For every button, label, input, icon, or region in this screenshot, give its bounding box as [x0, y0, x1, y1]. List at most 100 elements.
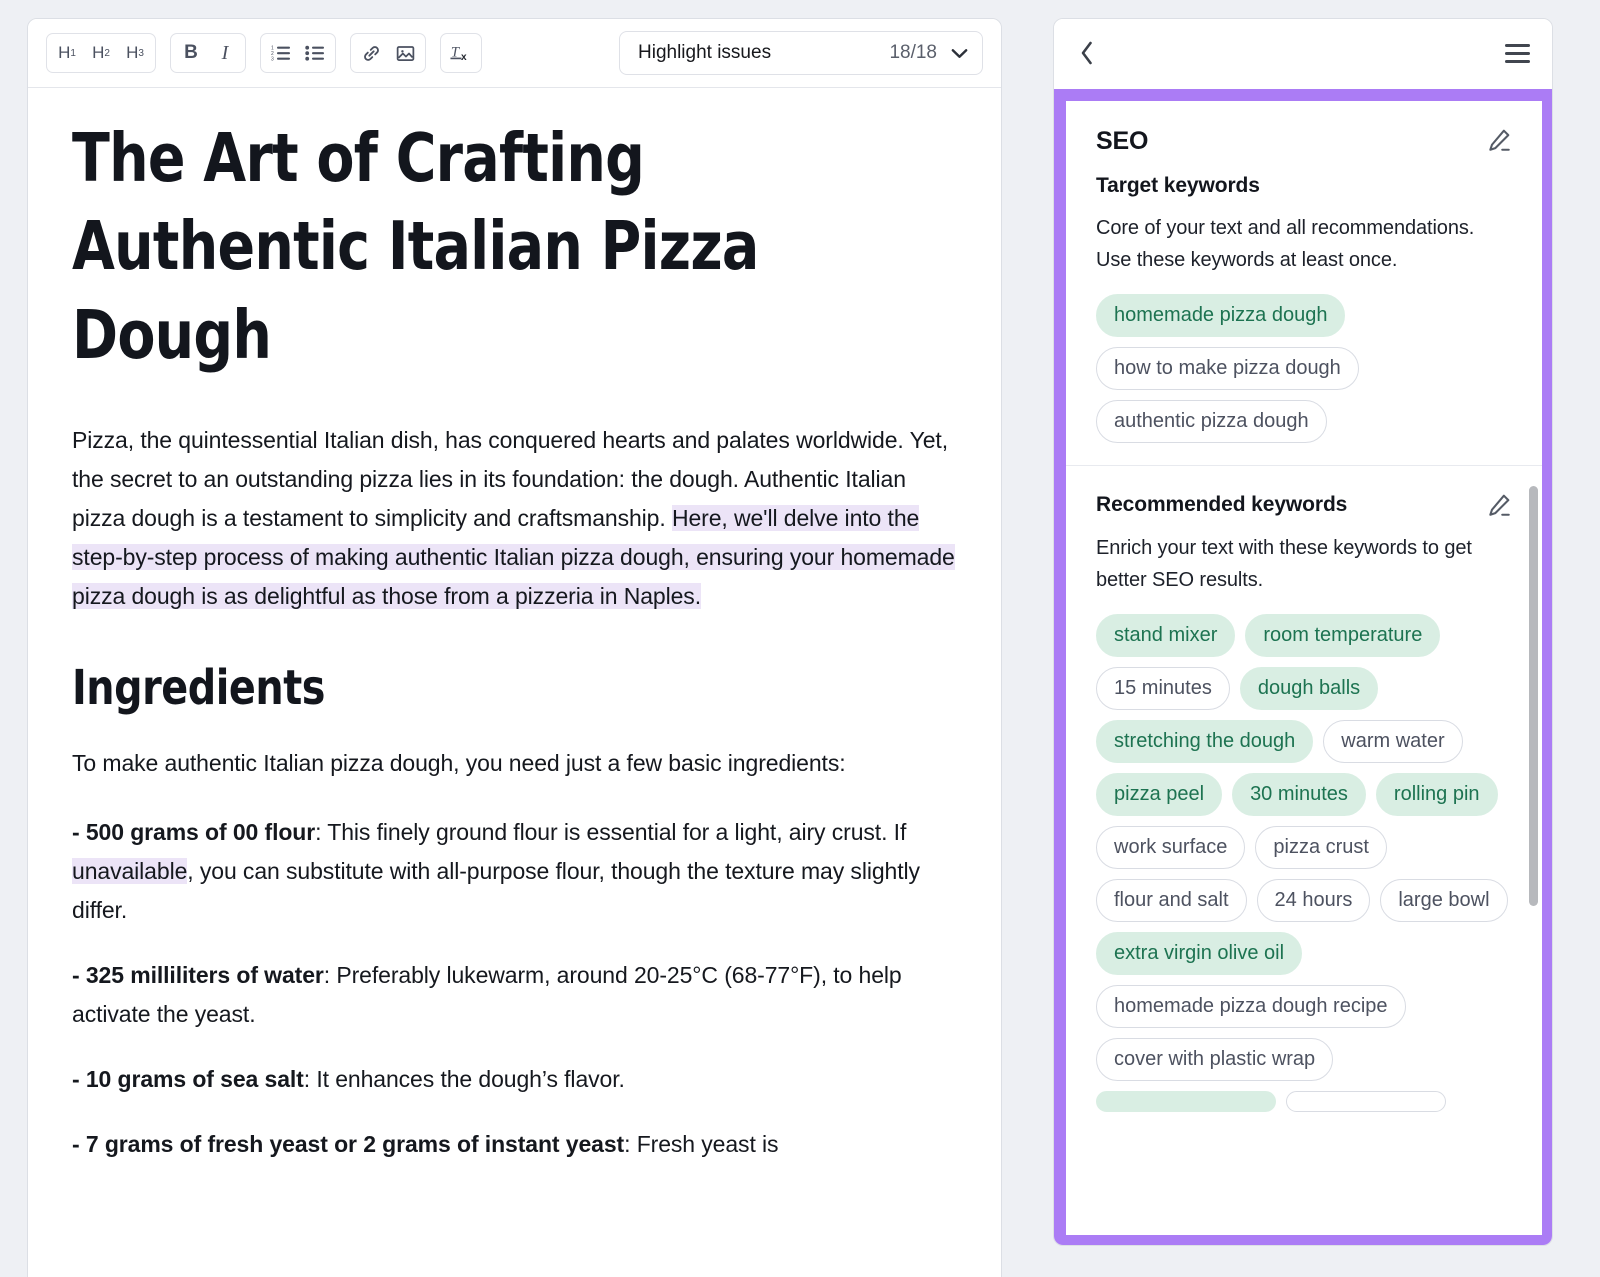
keyword-pill[interactable]: authentic pizza dough [1096, 400, 1327, 443]
keyword-pill[interactable]: homemade pizza dough recipe [1096, 985, 1406, 1028]
recommended-keywords-section: Recommended keywords Enrich your text wi… [1066, 465, 1542, 1134]
recommended-edit-pencil-icon[interactable] [1486, 492, 1512, 518]
app-root: H1 H2 H3 B I 1 2 3 T x Highlight issues … [0, 0, 1600, 1277]
ingredient-item: - 7 grams of fresh yeast or 2 grams of i… [72, 1125, 957, 1164]
heading-2-label: H [92, 43, 105, 62]
text-style-group: B I [170, 33, 246, 73]
link-button[interactable] [354, 36, 388, 70]
bold-button[interactable]: B [174, 36, 208, 70]
image-icon [396, 45, 414, 61]
seo-section-title: SEO [1096, 127, 1149, 155]
ingredient-name: - 500 grams of 00 flour [72, 819, 316, 846]
seo-scrollbar-track[interactable] [1529, 101, 1538, 1235]
ingredient-text-before: : Fresh yeast is [624, 1131, 779, 1158]
link-icon [363, 45, 379, 61]
ordered-list-button[interactable]: 1 2 3 [264, 36, 298, 70]
ingredients-lead: To make authentic Italian pizza dough, y… [72, 750, 846, 777]
heading-1-button[interactable]: H1 [50, 36, 84, 70]
editor-toolbar: H1 H2 H3 B I 1 2 3 T x Highlight issues … [28, 19, 1001, 88]
keyword-pill[interactable]: 30 minutes [1232, 773, 1366, 816]
heading-1-sub: 1 [70, 47, 76, 59]
target-keywords-pill-list: homemade pizza dough how to make pizza d… [1096, 294, 1512, 443]
keyword-pill[interactable]: stretching the dough [1096, 720, 1314, 763]
ingredient-text-after: , you can substitute with all-purpose fl… [72, 858, 920, 924]
highlight-issues-count: 18/18 [889, 42, 937, 63]
italic-button[interactable]: I [208, 36, 242, 70]
keyword-pill[interactable]: pizza peel [1096, 773, 1223, 816]
keyword-pill[interactable]: room temperature [1245, 614, 1441, 657]
ingredient-name: - 10 grams of sea salt [72, 1066, 304, 1093]
heading-2-sub: 2 [104, 47, 110, 59]
svg-text:x: x [461, 52, 467, 63]
ordered-list-icon: 1 2 3 [271, 46, 290, 63]
ingredient-item: - 325 milliliters of water: Preferably l… [72, 956, 957, 1034]
keyword-pill[interactable]: 15 minutes [1096, 667, 1230, 710]
target-keywords-description: Core of your text and all recommendation… [1096, 217, 1475, 271]
recommended-keywords-description: Enrich your text with these keywords to … [1096, 537, 1472, 591]
keyword-pill[interactable]: rolling pin [1375, 773, 1498, 816]
seo-panel-card: SEO Target keywords Core of your text an… [1053, 18, 1553, 1246]
seo-scrollbar-thumb[interactable] [1529, 486, 1538, 906]
list-group: 1 2 3 [260, 33, 336, 73]
heading-3-button[interactable]: H3 [118, 36, 152, 70]
ingredient-highlight: unavailable [72, 858, 188, 885]
heading-1-label: H [58, 43, 71, 62]
keyword-pill[interactable]: homemade pizza dough [1096, 294, 1346, 337]
heading-3-sub: 3 [138, 47, 144, 59]
keyword-pill[interactable]: pizza crust [1255, 826, 1387, 869]
keyword-pill[interactable]: extra virgin olive oil [1096, 932, 1303, 975]
insert-group [350, 33, 426, 73]
ingredient-item: - 500 grams of 00 flour: This finely gro… [72, 813, 957, 930]
seo-highlight-frame: SEO Target keywords Core of your text an… [1054, 89, 1552, 1245]
editor-card: H1 H2 H3 B I 1 2 3 T x Highlight issues … [27, 18, 1002, 1277]
keyword-pill[interactable]: 24 hours [1256, 879, 1371, 922]
heading-2-button[interactable]: H2 [84, 36, 118, 70]
keyword-pill[interactable]: warm water [1323, 720, 1463, 763]
seo-panel-topbar [1054, 19, 1552, 87]
keyword-pill[interactable] [1286, 1091, 1446, 1112]
burger-line [1505, 51, 1530, 55]
clear-formatting-button[interactable]: T x [444, 36, 478, 70]
recommended-keywords-pill-list: stand mixer room temperature 15 minutes … [1096, 614, 1512, 1112]
keyword-pill[interactable]: dough balls [1239, 667, 1379, 710]
keyword-pill[interactable] [1096, 1091, 1276, 1112]
keyword-pill[interactable]: stand mixer [1096, 614, 1236, 657]
svg-text:3: 3 [271, 57, 274, 63]
keyword-pill[interactable]: flour and salt [1096, 879, 1247, 922]
seo-edit-pencil-icon[interactable] [1486, 127, 1512, 153]
recommended-keywords-heading: Recommended keywords [1096, 493, 1348, 516]
keyword-pill[interactable]: work surface [1096, 826, 1246, 869]
document-title: The Art of Crafting Authentic Italian Pi… [72, 119, 759, 374]
heading-3-label: H [126, 43, 139, 62]
ingredients-heading: Ingredients [72, 660, 325, 717]
target-keywords-section: SEO Target keywords Core of your text an… [1066, 101, 1542, 465]
chevron-down-icon [951, 48, 968, 58]
pencil-edit-icon [1489, 494, 1510, 516]
clear-formatting-icon: T x [450, 45, 467, 63]
ingredient-item: - 10 grams of sea salt: It enhances the … [72, 1060, 957, 1099]
heading-button-group: H1 H2 H3 [46, 33, 156, 73]
target-keywords-heading: Target keywords [1096, 174, 1260, 197]
image-button[interactable] [388, 36, 422, 70]
bullet-list-icon [305, 45, 324, 61]
keyword-pill[interactable]: cover with plastic wrap [1096, 1038, 1334, 1081]
intro-paragraph: Pizza, the quintessential Italian dish, … [72, 421, 957, 616]
keyword-pill[interactable]: how to make pizza dough [1096, 347, 1359, 390]
ingredient-text-before: : It enhances the dough’s flavor. [303, 1066, 625, 1093]
bullet-list-button[interactable] [298, 36, 332, 70]
highlight-issues-label: Highlight issues [638, 42, 772, 63]
seo-scroll-area[interactable]: SEO Target keywords Core of your text an… [1066, 101, 1542, 1235]
recommended-header-row: Recommended keywords [1096, 492, 1512, 518]
burger-line [1505, 59, 1530, 63]
keyword-pill[interactable]: large bowl [1380, 879, 1508, 922]
hamburger-menu-icon[interactable] [1505, 43, 1530, 63]
ingredient-name: - 7 grams of fresh yeast or 2 grams of i… [72, 1131, 625, 1158]
burger-line [1505, 43, 1530, 47]
pencil-edit-icon [1489, 129, 1510, 151]
ingredient-text-before: : This finely ground flour is essential … [315, 819, 907, 846]
clear-format-group: T x [440, 33, 482, 73]
document-body[interactable]: The Art of Crafting Authentic Italian Pi… [28, 88, 1001, 1277]
chevron-left-icon[interactable] [1079, 40, 1095, 66]
highlight-issues-select[interactable]: Highlight issues 18/18 [619, 31, 983, 75]
seo-header-row: SEO [1096, 127, 1512, 156]
